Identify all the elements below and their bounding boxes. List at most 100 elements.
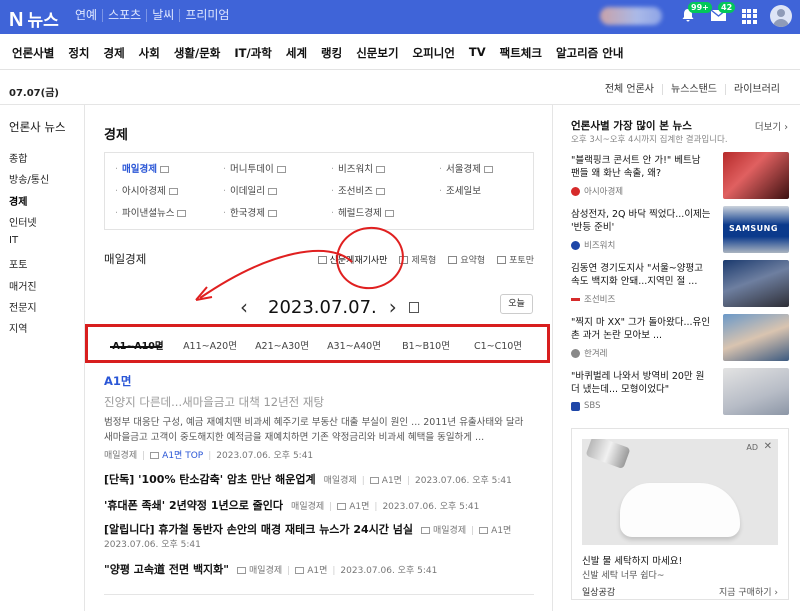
category-link[interactable]: 랭킹 bbox=[321, 45, 342, 61]
ranking-item[interactable]: "블랙핑크 콘서트 안 가!" 베트남 팬들 왜 화난 속출, 왜? 아시아경제 bbox=[571, 152, 789, 200]
tab-page-range[interactable]: A21~A30면 bbox=[246, 338, 318, 352]
calendar-icon[interactable] bbox=[408, 301, 419, 313]
newspaper-icon bbox=[150, 452, 160, 459]
newsstand-link[interactable]: 뉴스스탠드 bbox=[662, 84, 725, 95]
sidebar-item[interactable]: 전문지 bbox=[9, 299, 49, 320]
article-time: 2023.07.06. 오후 5:41 bbox=[104, 540, 201, 550]
ranking-item[interactable]: "찍지 마 XX" 그가 돌아왔다...유인촌 과거 논란 모아보 ... 한겨… bbox=[571, 314, 789, 362]
ranking-thumbnail bbox=[723, 152, 789, 199]
article-title[interactable]: "양평 고속道 전면 백지화" bbox=[104, 561, 229, 577]
more-link[interactable]: 더보기 › bbox=[755, 119, 788, 133]
naver-news-logo[interactable]: N 뉴스 bbox=[9, 6, 59, 32]
article-title[interactable]: [단독] '100% 탄소감축' 암초 만난 해운업계 bbox=[104, 471, 316, 487]
sidebar-item[interactable]: 매거진 bbox=[9, 278, 49, 299]
user-area: 99+ 42 bbox=[600, 2, 792, 27]
ranking-text: "블랙핑크 콘서트 안 가!" 베트남 팬들 왜 화난 속출, 왜? bbox=[571, 155, 701, 179]
ranking-panel: 언론사별 가장 많이 본 뉴스 더보기 › 오후 3시~오후 4시까지 집계한 … bbox=[552, 105, 800, 611]
sidebar-item[interactable]: 지역 bbox=[9, 320, 49, 341]
all-press-link[interactable]: 전체 언론사 bbox=[597, 84, 662, 95]
view-summary-mode[interactable]: 요약형 bbox=[448, 253, 485, 266]
ranking-source: 비즈워치 bbox=[571, 239, 615, 251]
service-link-premium[interactable]: 프리미엄 bbox=[179, 9, 234, 22]
user-name-blurred[interactable] bbox=[600, 7, 662, 25]
category-link[interactable]: 경제 bbox=[104, 45, 125, 61]
tab-page-range[interactable]: A11~A20면 bbox=[174, 338, 246, 352]
article-title[interactable]: [알립니다] 휴가철 동반자 손안의 매경 재테크 뉴스가 24시간 넘실 bbox=[104, 521, 413, 537]
newspaper-icon bbox=[484, 166, 493, 173]
close-icon[interactable]: ✕ bbox=[764, 441, 772, 452]
newspaper-icon bbox=[168, 188, 178, 195]
ad-headline: 신발 물 세탁하지 마세요! bbox=[582, 556, 683, 567]
today-button[interactable]: 오늘 bbox=[500, 294, 533, 314]
category-link[interactable]: 사회 bbox=[139, 45, 160, 61]
press-link[interactable]: 조선비즈 bbox=[331, 183, 431, 197]
lead-article-summary[interactable]: 범정부 대응단 구성, 예금 재예치땐 비과세 혜주기로 부동산 대출 부실이 … bbox=[104, 415, 534, 445]
newspaper-icon bbox=[268, 210, 277, 217]
sidebar-item-active[interactable]: 경제 bbox=[9, 193, 49, 214]
ranking-thumbnail bbox=[723, 314, 789, 361]
press-link[interactable]: 머니투데이 bbox=[223, 161, 323, 175]
press-link[interactable]: 이데일리 bbox=[223, 183, 323, 197]
press-link[interactable]: 한국경제 bbox=[223, 205, 323, 219]
apps-grid-icon[interactable] bbox=[740, 7, 758, 25]
category-link[interactable]: 팩트체크 bbox=[500, 45, 542, 61]
press-link[interactable]: 비즈워치 bbox=[331, 161, 431, 175]
sidebar-item[interactable]: 종합 bbox=[9, 150, 49, 171]
newspaper-icon bbox=[295, 567, 305, 574]
lead-article-title[interactable]: 진양지 다른데...새마을금고 대책 12년전 재탕 bbox=[104, 394, 324, 410]
ranking-thumbnail: SAMSUNG bbox=[723, 206, 789, 253]
service-link-entertainment[interactable]: 연예 bbox=[70, 9, 102, 22]
press-link[interactable]: 서울경제 bbox=[439, 161, 539, 175]
press-link-active[interactable]: 매일경제 bbox=[115, 161, 215, 175]
newspaper-icon bbox=[384, 210, 394, 217]
press-link[interactable]: 헤럴드경제 bbox=[331, 205, 431, 219]
ranking-subtitle: 오후 3시~오후 4시까지 집계한 결과입니다. bbox=[571, 135, 728, 145]
category-link[interactable]: 오피니언 bbox=[413, 45, 455, 61]
view-photo-mode[interactable]: 포토만 bbox=[497, 253, 534, 266]
notification-icon[interactable]: 99+ bbox=[680, 2, 712, 25]
category-link[interactable]: 신문보기 bbox=[356, 45, 398, 61]
category-link[interactable]: TV bbox=[469, 45, 486, 61]
category-link[interactable]: 알고리즘 안내 bbox=[556, 45, 623, 61]
sidebar-item[interactable]: 포토 bbox=[9, 256, 49, 277]
press-link[interactable]: 아시아경제 bbox=[115, 183, 215, 197]
article-title[interactable]: '휴대폰 족쇄' 2년약정 1년으로 줄인다 bbox=[104, 497, 283, 513]
library-link[interactable]: 라이브러리 bbox=[725, 84, 788, 95]
ranking-source: 아시아경제 bbox=[571, 185, 623, 197]
sidebar-item[interactable]: 방송/통신 bbox=[9, 171, 49, 192]
sidebar-item[interactable]: 인터넷 bbox=[9, 214, 49, 235]
tab-page-range[interactable]: A1~A10면 bbox=[102, 338, 174, 352]
press-logo-icon bbox=[571, 240, 580, 250]
press-link[interactable]: 조세일보 bbox=[439, 183, 539, 197]
press-logo-icon bbox=[571, 401, 580, 411]
service-link-sports[interactable]: 스포츠 bbox=[102, 9, 146, 22]
section-title: 경제 bbox=[104, 128, 128, 143]
ranking-item[interactable]: 김동연 경기도지사 "서울~양평고속도 백지화 안돼...지역민 절 ... 조… bbox=[571, 260, 789, 308]
press-link[interactable]: 파이낸셜뉴스 bbox=[115, 205, 215, 219]
service-link-weather[interactable]: 날씨 bbox=[146, 9, 179, 22]
tab-page-range[interactable]: C1~C10면 bbox=[462, 338, 534, 352]
avatar[interactable] bbox=[770, 5, 792, 27]
ranking-text: 삼성전자, 2Q 바닥 찍었다...이제는 '반등 준비' bbox=[571, 209, 711, 233]
mail-icon[interactable]: 42 bbox=[710, 2, 736, 25]
tab-page-range[interactable]: B1~B10면 bbox=[390, 338, 462, 352]
prev-date-icon[interactable]: ‹ bbox=[240, 295, 256, 319]
category-link[interactable]: 세계 bbox=[286, 45, 307, 61]
date-row: 07.07(금) 전체 언론사 뉴스스탠드 라이브러리 bbox=[9, 84, 788, 102]
category-link[interactable]: 언론사별 bbox=[12, 45, 54, 61]
category-link[interactable]: 생활/문화 bbox=[174, 45, 221, 61]
tab-page-range[interactable]: A31~A40면 bbox=[318, 338, 390, 352]
ad-cta-link[interactable]: 지금 구매하기 › bbox=[719, 585, 778, 598]
category-link[interactable]: 정치 bbox=[68, 45, 89, 61]
ranking-item[interactable]: 삼성전자, 2Q 바닥 찍었다...이제는 '반등 준비' 비즈워치 SAMSU… bbox=[571, 206, 789, 254]
sidebar-item[interactable]: IT bbox=[9, 235, 49, 256]
ad-banner[interactable]: AD ✕ 신발 물 세탁하지 마세요! 신발 세탁 너무 쉽다~ 일상공감 지금… bbox=[571, 428, 789, 600]
view-title-mode[interactable]: 제목형 bbox=[399, 253, 436, 266]
ranking-item[interactable]: "바퀴벌레 나와서 방역비 20만 원 더 냈는데... 모형이었다" SBS bbox=[571, 368, 789, 416]
category-link[interactable]: IT/과학 bbox=[234, 45, 271, 61]
ranking-title: 언론사별 가장 많이 본 뉴스 bbox=[571, 120, 692, 132]
article-item: [단독] '100% 탄소감축' 암초 만난 해운업계 매일경제 | A1면 | 202… bbox=[104, 471, 512, 487]
next-date-icon[interactable]: › bbox=[389, 295, 405, 319]
newspaper-icon bbox=[479, 527, 489, 534]
photo-grid-icon bbox=[497, 255, 507, 264]
